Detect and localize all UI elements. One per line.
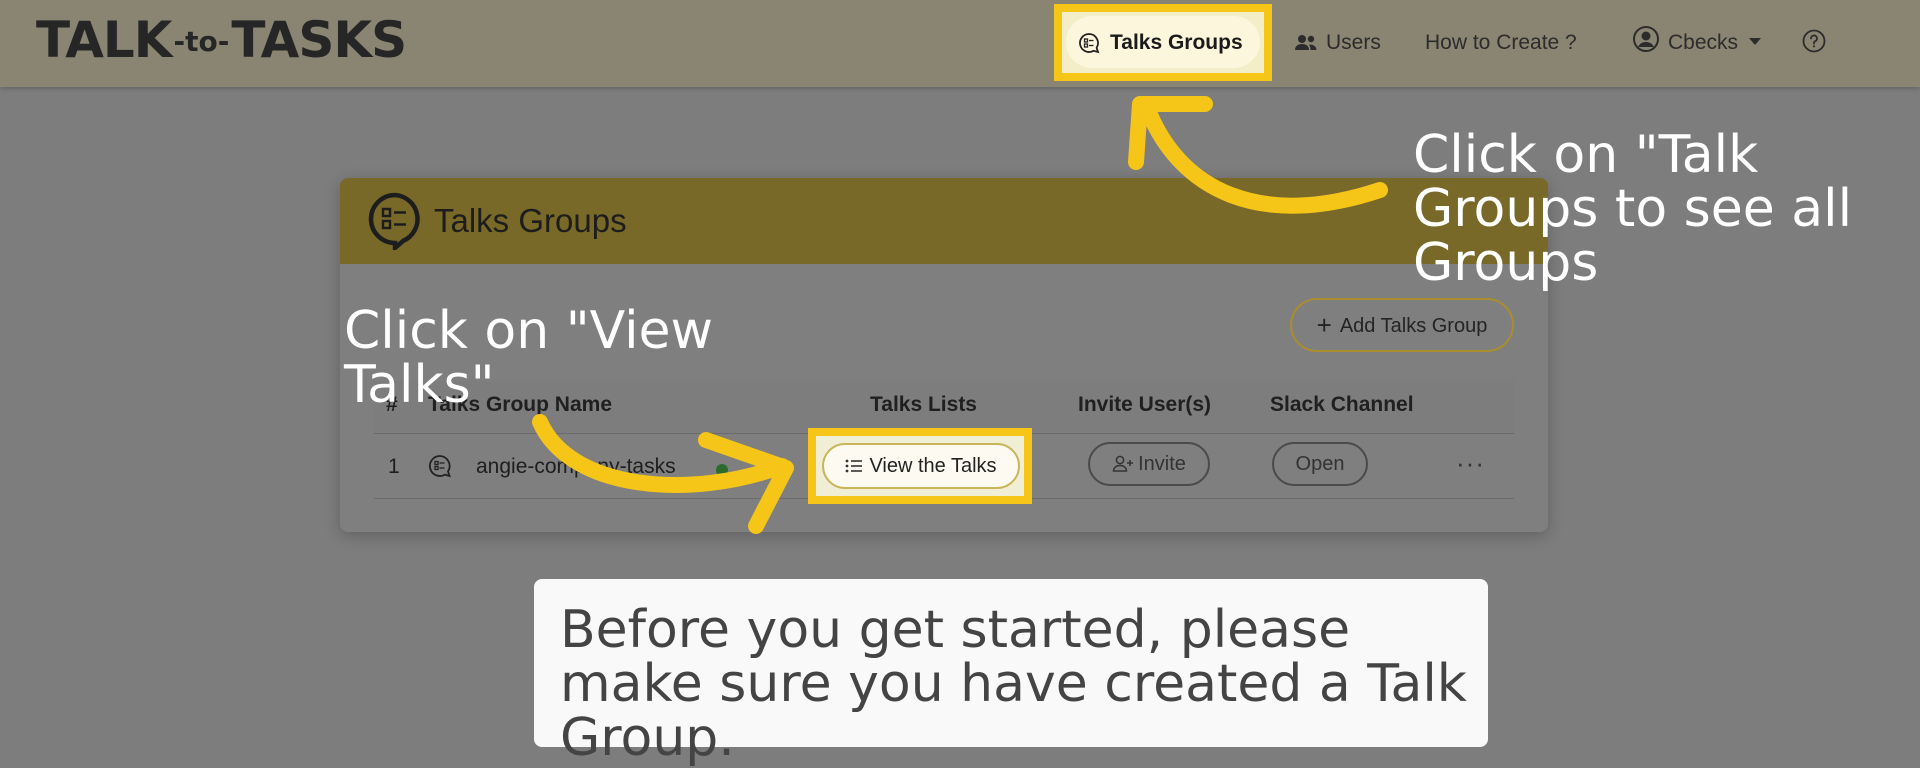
- arrow-to-view-talks: [532, 414, 794, 534]
- notice-box: Before you get started, please make sure…: [534, 579, 1488, 765]
- notice-text: Before you get started, please make sure…: [560, 600, 1467, 768]
- arrow-to-talks-groups: [1128, 96, 1388, 214]
- annotation-view-talks: Click on "View Talks": [344, 301, 714, 415]
- annotation-talk-groups: Click on "Talk Groups to see all Groups: [1413, 125, 1853, 293]
